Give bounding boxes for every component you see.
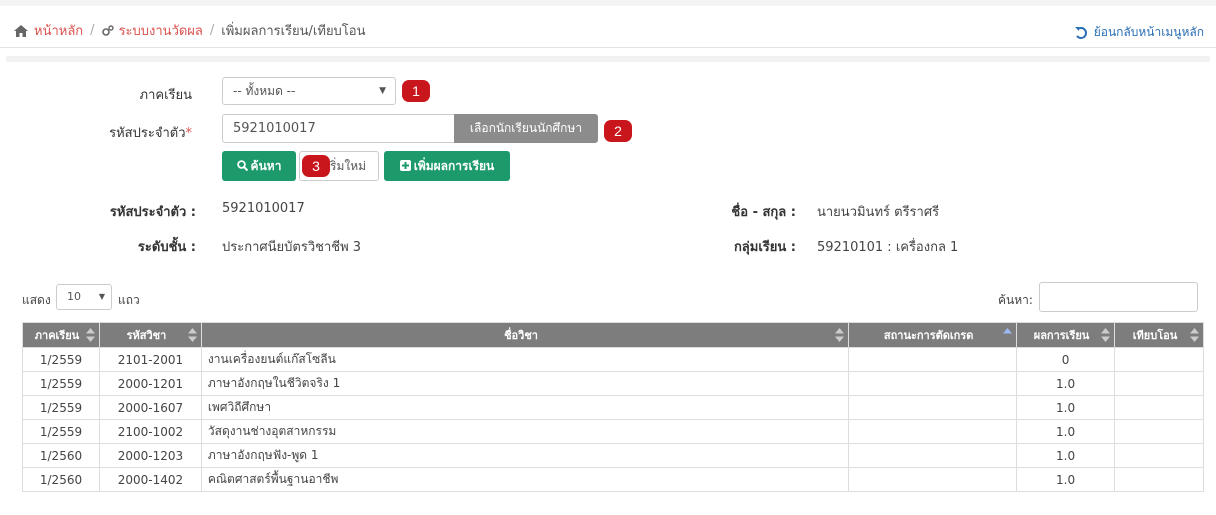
step-badge-3: 3 — [302, 155, 330, 177]
cell-course-code: 2000-1402 — [98, 467, 202, 492]
cell-course-name: วัสดุงานช่างอุตสาหกรรม — [200, 419, 850, 444]
sort-icon — [187, 328, 197, 342]
cell-transfer — [1114, 467, 1204, 492]
semester-select[interactable]: -- ทั้งหมด -- ▼ — [222, 77, 396, 105]
back-link-label: ย้อนกลับหน้าเมนูหลัก — [1093, 25, 1204, 39]
cell-course-code: 2000-1607 — [98, 395, 202, 420]
cell-semester: 1/2559 — [22, 419, 100, 444]
col-semester[interactable]: ภาคเรียน — [22, 322, 100, 348]
grades-table: ภาคเรียน รหัสวิชา ชื่อวิชา สถานะการตัดเก… — [22, 322, 1204, 492]
table-row[interactable]: 1/2559 2101-2001 งานเครื่องยนต์แก๊สโซลีน… — [22, 347, 1204, 372]
cell-grading-status — [848, 419, 1018, 444]
sort-icon — [85, 328, 95, 342]
top-strip — [0, 0, 1216, 6]
cell-course-name: ภาษาอังกฤษฟัง-พูด 1 — [200, 443, 850, 468]
cell-grading-status — [848, 347, 1018, 372]
cell-grade: 1.0 — [1016, 467, 1116, 492]
cell-transfer — [1114, 443, 1204, 468]
gears-icon — [101, 24, 114, 36]
sort-icon — [1101, 328, 1111, 342]
cell-course-code: 2100-1002 — [98, 419, 202, 444]
info-group-value: 59210101 : เครื่องกล 1 — [817, 240, 959, 255]
cell-course-name: คณิตศาสตร์พื้นฐานอาชีพ — [200, 467, 850, 492]
breadcrumb-current: เพิ่มผลการเรียน/เทียบโอน — [221, 24, 366, 39]
cell-grade: 1.0 — [1016, 371, 1116, 396]
info-name-label: ชื่อ - สกุล : — [731, 205, 796, 220]
cell-grading-status — [848, 467, 1018, 492]
table-search-input[interactable] — [1039, 282, 1198, 312]
search-icon — [236, 160, 248, 172]
col-grade[interactable]: ผลการเรียน — [1016, 322, 1116, 348]
cell-transfer — [1114, 347, 1204, 372]
cell-transfer — [1114, 371, 1204, 396]
cell-grading-status — [848, 443, 1018, 468]
add-grade-button[interactable]: เพิ่มผลการเรียน — [384, 151, 510, 181]
col-transfer[interactable]: เทียบโอน — [1114, 322, 1204, 348]
page-length-suffix: แถว — [118, 293, 140, 307]
info-group-label: กลุ่มเรียน : — [733, 240, 796, 255]
col-grading-status[interactable]: สถานะการตัดเกรด — [848, 322, 1018, 348]
breadcrumb-home-link[interactable]: หน้าหลัก — [34, 20, 83, 41]
info-id-value: 5921010017 — [222, 201, 305, 216]
cell-grade: 1.0 — [1016, 395, 1116, 420]
cell-grade: 1.0 — [1016, 443, 1116, 468]
cell-semester: 1/2559 — [22, 395, 100, 420]
sort-asc-icon — [1003, 328, 1013, 334]
table-row[interactable]: 1/2560 2000-1402 คณิตศาสตร์พื้นฐานอาชีพ … — [22, 467, 1204, 492]
info-level-label: ระดับชั้น : — [137, 240, 196, 255]
cell-course-name: ภาษาอังกฤษในชีวิตจริง 1 — [200, 371, 850, 396]
col-course-code[interactable]: รหัสวิชา — [98, 322, 202, 348]
table-header-row: ภาคเรียน รหัสวิชา ชื่อวิชา สถานะการตัดเก… — [22, 322, 1204, 348]
page-length-label: แสดง — [22, 293, 51, 307]
cell-semester: 1/2560 — [22, 467, 100, 492]
breadcrumb-system-link[interactable]: ระบบงานวัดผล — [119, 20, 203, 41]
cell-course-code: 2101-2001 — [98, 347, 202, 372]
cell-grading-status — [848, 395, 1018, 420]
search-button[interactable]: ค้นหา — [222, 151, 296, 181]
sort-icon — [1190, 328, 1199, 342]
info-id-label: รหัสประจำตัว : — [109, 205, 196, 220]
page-length-select[interactable]: 10 ▼ — [56, 284, 112, 310]
semester-select-value: -- ทั้งหมด -- — [233, 84, 296, 98]
table-row[interactable]: 1/2559 2000-1607 เพศวิถีศึกษา 1.0 — [22, 395, 1204, 420]
breadcrumb: หน้าหลัก / ระบบงานวัดผล / เพิ่มผลการเรีย… — [0, 14, 1216, 48]
plus-square-icon — [399, 160, 411, 171]
step-badge-1: 1 — [402, 80, 430, 102]
cell-course-name: เพศวิถีศึกษา — [200, 395, 850, 420]
cell-grade: 1.0 — [1016, 419, 1116, 444]
cell-transfer — [1114, 419, 1204, 444]
back-to-menu-link[interactable]: ย้อนกลับหน้าเมนูหลัก — [1074, 23, 1204, 42]
home-icon — [14, 24, 28, 37]
semester-label: ภาคเรียน — [139, 88, 193, 103]
breadcrumb-separator: / — [90, 23, 95, 38]
info-level-value: ประกาศนียบัตรวิชาชีพ 3 — [222, 240, 362, 255]
table-row[interactable]: 1/2559 2000-1201 ภาษาอังกฤษในชีวิตจริง 1… — [22, 371, 1204, 396]
caret-down-icon: ▼ — [98, 292, 105, 301]
cell-semester: 1/2559 — [22, 347, 100, 372]
cell-course-code: 2000-1201 — [98, 371, 202, 396]
student-id-label: รหัสประจำตัว* — [109, 126, 192, 141]
caret-down-icon: ▼ — [379, 86, 386, 96]
step-badge-2: 2 — [604, 120, 632, 142]
select-student-button[interactable]: เลือกนักเรียนนักศึกษา — [454, 114, 598, 143]
table-search-label: ค้นหา: — [998, 293, 1033, 307]
table-row[interactable]: 1/2559 2100-1002 วัสดุงานช่างอุตสาหกรรม … — [22, 419, 1204, 444]
page-length-value: 10 — [67, 290, 81, 303]
col-course-name[interactable]: ชื่อวิชา — [200, 322, 850, 348]
cell-semester: 1/2559 — [22, 371, 100, 396]
cell-course-code: 2000-1203 — [98, 443, 202, 468]
cell-course-name: งานเครื่องยนต์แก๊สโซลีน — [200, 347, 850, 372]
table-row[interactable]: 1/2560 2000-1203 ภาษาอังกฤษฟัง-พูด 1 1.0 — [22, 443, 1204, 468]
cell-grading-status — [848, 371, 1018, 396]
breadcrumb-separator: / — [209, 23, 215, 38]
info-name-value: นายนวมินทร์ ตรีราศรี — [817, 205, 940, 220]
cell-grade: 0 — [1016, 347, 1116, 372]
student-id-input[interactable]: 5921010017 — [222, 114, 454, 143]
undo-icon — [1074, 26, 1087, 39]
content-panel-top — [6, 56, 1210, 62]
cell-semester: 1/2560 — [22, 443, 100, 468]
sort-icon — [835, 328, 845, 342]
cell-transfer — [1114, 395, 1204, 420]
